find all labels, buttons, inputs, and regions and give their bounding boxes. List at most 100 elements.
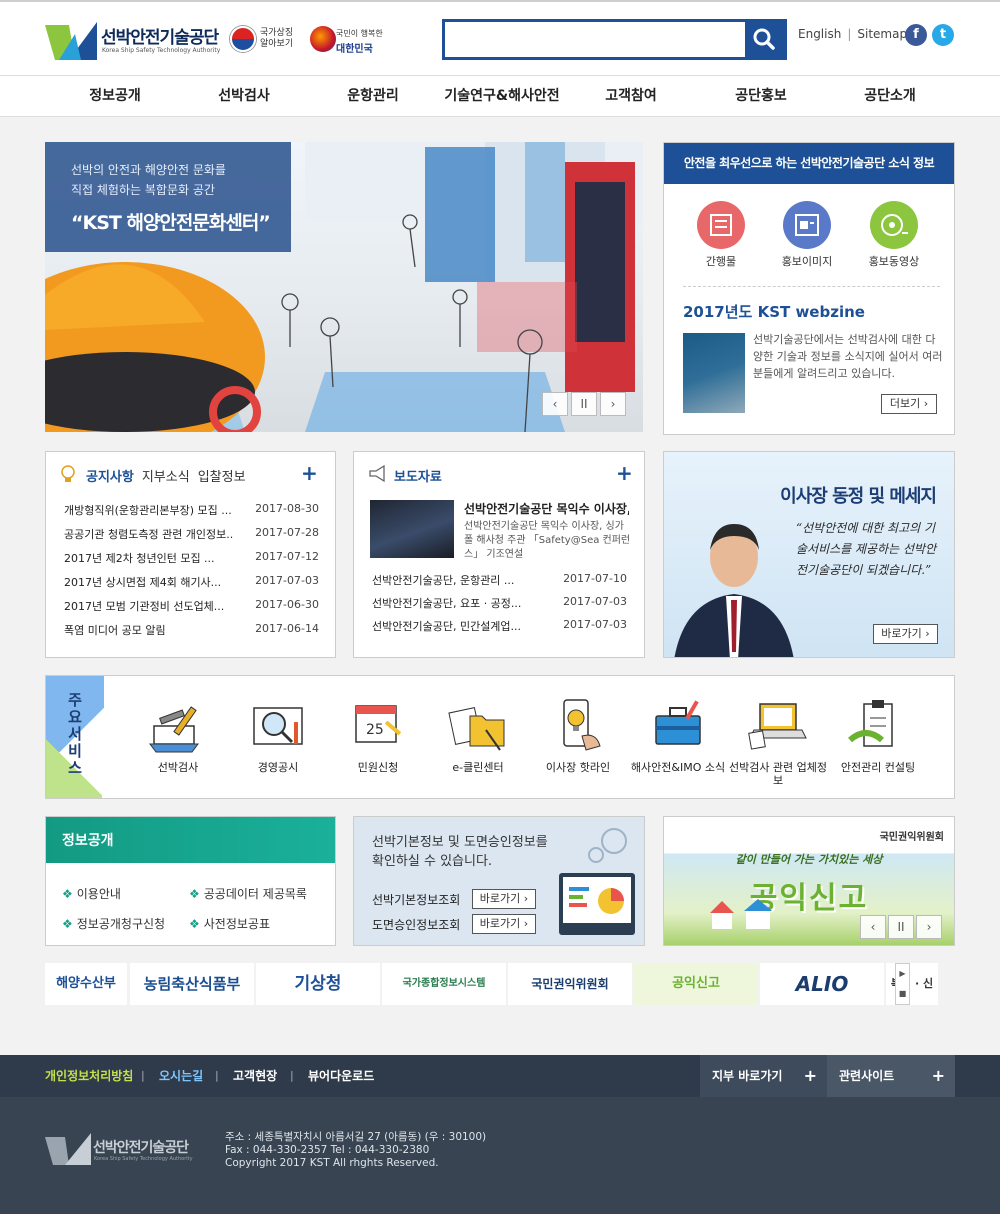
nav-about[interactable]: 공단소개 (835, 76, 945, 116)
publication-icon[interactable] (697, 201, 745, 249)
svg-text:25: 25 (366, 722, 384, 738)
report-pause-button[interactable]: II (888, 915, 914, 939)
calendar-icon: 25 (355, 705, 402, 743)
report-prev-button[interactable]: ‹ (860, 915, 886, 939)
service-ceo-hotline[interactable]: 이사장 핫라인 (528, 696, 628, 774)
footer-logo: 선박안전기술공단 Korea Ship Safety Technology Au… (45, 1133, 215, 1167)
twitter-icon[interactable]: t (932, 24, 954, 46)
facebook-icon[interactable]: f (905, 24, 927, 46)
service-management-disclosure[interactable]: 경영공시 (228, 696, 328, 774)
main-navigation: 정보공개 선박검사 운항관리 기술연구&해사안전 고객참여 공단홍보 공단소개 (0, 75, 1000, 117)
list-title: 선박안전기술공단, 요포 · 공정... (372, 597, 522, 610)
drawing-approval-button[interactable]: 바로가기 › (472, 914, 536, 934)
press-featured-desc: 선박안전기술공단 목익수 이사장, 싱가폴 해사청 주관 「Safety@Sea… (464, 521, 631, 560)
national-symbol-label: 국가상징 알아보기 (260, 28, 294, 49)
english-link[interactable]: English (798, 27, 841, 41)
banner-label: 국가종합정보시스템 (402, 978, 486, 989)
tab-bid-info[interactable]: 입찰정보 (198, 470, 246, 485)
info-link-request[interactable]: ❖ 정보공개청구신청 (62, 915, 165, 932)
service-label: 선박검사 (157, 761, 199, 774)
ship-basic-info-label: 선박기본정보조회 (372, 893, 461, 907)
publication-label[interactable]: 간행물 (681, 253, 761, 269)
nav-info-disclosure[interactable]: 정보공개 (60, 76, 170, 116)
footer-logo-sub: Korea Ship Safety Technology Authority (94, 1156, 193, 1162)
notice-more-button[interactable]: + (301, 461, 318, 485)
list-date: 2017-08-30 (255, 502, 319, 515)
tab-press[interactable]: 보도자료 (394, 470, 442, 485)
divider (683, 286, 940, 287)
hero-next-button[interactable]: › (600, 392, 626, 416)
list-date: 2017-06-14 (255, 622, 319, 635)
nav-ship-inspection[interactable]: 선박검사 (189, 76, 299, 116)
webzine-cover-image[interactable] (683, 333, 745, 413)
promo-video-icon[interactable] (870, 201, 918, 249)
banner-mafra[interactable]: 농림축산식품부 (130, 963, 254, 1005)
service-inspection-companies[interactable]: 선박검사 관련 업체정보 (728, 696, 828, 787)
tab-branch-news[interactable]: 지부소식 (142, 470, 190, 485)
footer-customer-link[interactable]: 고객현장 (233, 1055, 277, 1097)
banner-welfare[interactable]: 복지 · 신 (886, 963, 938, 1005)
ship-info-panel: 선박기본정보 및 도면승인정보를 확인하실 수 있습니다. 선박기본정보조회 바… (353, 816, 645, 946)
service-maritime-imo-news[interactable]: 해사안전&IMO 소식 (628, 696, 728, 774)
ceo-message-panel: 이사장 동정 및 메세지 “선박안전에 대한 최고의 기술서비스를 제공하는 선… (663, 451, 955, 658)
banner-public-report[interactable]: 공익신고 (634, 963, 758, 1005)
banner-kma[interactable]: 기상청 (256, 963, 380, 1005)
service-e-clean-center[interactable]: e-클린센터 (428, 696, 528, 774)
info-link-guide[interactable]: ❖ 이용안내 (62, 885, 121, 902)
banner-pause-button[interactable]: ■ (896, 984, 909, 1004)
logo-mark-icon (45, 22, 97, 60)
press-more-button[interactable]: + (616, 461, 633, 485)
ship-basic-info-button[interactable]: 바로가기 › (472, 889, 536, 909)
ceo-goto-button[interactable]: 바로가기 › (873, 624, 938, 644)
nav-operation[interactable]: 운항관리 (318, 76, 428, 116)
service-ship-inspection[interactable]: 선박검사 (128, 696, 228, 774)
branch-dropdown[interactable]: 지부 바로가기 + (700, 1055, 827, 1097)
sitemap-link[interactable]: Sitemap (857, 27, 907, 41)
service-label: e-클린센터 (452, 761, 504, 774)
ceo-portrait (674, 524, 794, 657)
banner-next-button[interactable]: ▶ (896, 964, 909, 984)
hero-prev-button[interactable]: ‹ (542, 392, 568, 416)
banner-mof[interactable]: 해양수산부 (45, 963, 127, 1005)
footer-separator: | (141, 1069, 145, 1082)
promo-video-label[interactable]: 홍보동영상 (854, 253, 934, 269)
info-link-label: 공공데이터 제공목록 (203, 887, 307, 901)
slogan-big: 대한민국 (336, 44, 373, 55)
banner-national-system[interactable]: 국가종합정보시스템 (382, 963, 506, 1005)
banner-alio[interactable]: ALIO (760, 963, 884, 1005)
service-civil-application[interactable]: 25 민원신청 (328, 696, 428, 774)
public-interest-report-banner[interactable]: 국민권익위원회 같이 만들어 가는 가치있는 세상 공익신고 ‹ II › (663, 816, 955, 946)
search-box (442, 19, 787, 60)
report-next-button[interactable]: › (916, 915, 942, 939)
footer-directions-link[interactable]: 오시는길 (159, 1055, 203, 1097)
hero-subtitle-line2: 직접 체험하는 복합문화 공간 (71, 183, 215, 197)
list-date: 2017-07-03 (563, 618, 627, 631)
site-logo[interactable]: 선박안전기술공단 Korea Ship Safety Technology Au… (45, 20, 225, 64)
related-sites-dropdown[interactable]: 관련사이트 + (827, 1055, 955, 1097)
banner-acrc[interactable]: 국민권익위원회 (508, 963, 632, 1005)
nav-research[interactable]: 기술연구&해사안전 (432, 76, 572, 116)
nav-pr[interactable]: 공단홍보 (706, 76, 816, 116)
tab-notice[interactable]: 공지사항 (86, 470, 134, 485)
press-tabs: 보도자료 (394, 466, 450, 485)
bullet-icon: ❖ (189, 887, 200, 901)
more-button[interactable]: 더보기 › (881, 394, 937, 414)
service-safety-consulting[interactable]: 안전관리 컨설팅 (828, 696, 928, 774)
webzine-title[interactable]: 2017년도 KST webzine (683, 301, 865, 322)
footer-viewer-link[interactable]: 뷰어다운로드 (308, 1055, 374, 1097)
ceo-title: 이사장 동정 및 메세지 (780, 486, 937, 507)
press-thumbnail[interactable] (370, 500, 454, 558)
hero-pause-button[interactable]: II (571, 392, 597, 416)
national-symbol-link[interactable]: 국가상징 알아보기 (228, 24, 294, 54)
hero-slider[interactable]: 선박의 안전과 해양안전 문화를 직접 체험하는 복합문화 공간 “KST 해양… (45, 142, 643, 432)
info-link-public-data[interactable]: ❖ 공공데이터 제공목록 (189, 885, 307, 902)
search-button[interactable] (745, 22, 784, 57)
search-input[interactable] (445, 22, 745, 57)
notice-panel: 공지사항 지부소식 입찰정보 + 개방형직위(운항관리본부장) 모집 ... 2017… (45, 451, 336, 658)
promo-image-icon[interactable] (783, 201, 831, 249)
info-link-pre-disclosure[interactable]: ❖ 사전정보공표 (189, 915, 270, 932)
promo-image-label[interactable]: 홍보이미지 (767, 253, 847, 269)
nav-customer[interactable]: 고객참여 (576, 76, 686, 116)
footer-privacy-link[interactable]: 개인정보처리방침 (45, 1055, 133, 1097)
press-featured-title[interactable]: 선박안전기술공단 목익수 이사장, ... (464, 500, 629, 517)
